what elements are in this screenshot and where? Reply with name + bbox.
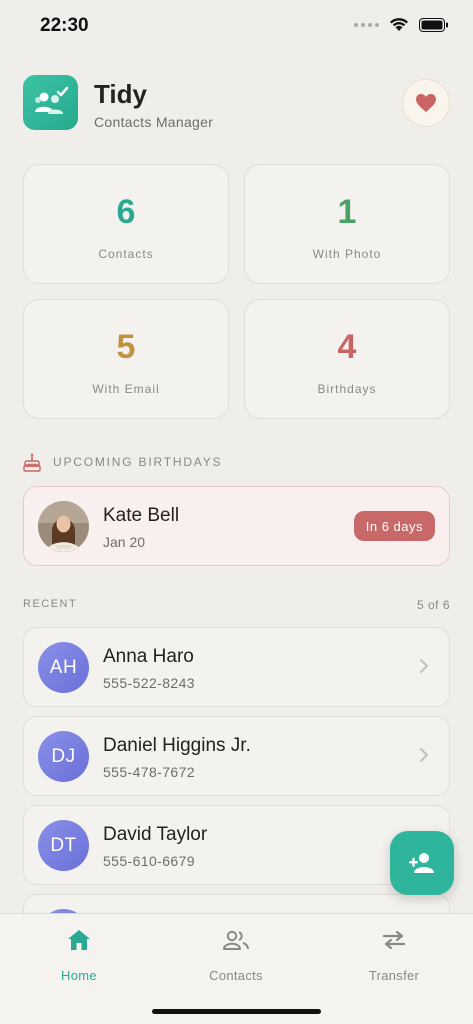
- signal-icon: [354, 22, 379, 27]
- chevron-right-icon: [420, 748, 428, 762]
- recent-header: RECENT 5 of 6: [23, 598, 450, 612]
- stat-label: With Email: [92, 382, 160, 396]
- app-logo: [23, 75, 78, 130]
- status-bar: 22:30: [0, 0, 473, 54]
- stat-label: Birthdays: [317, 382, 377, 396]
- contact-phone: 555-610-6679: [103, 853, 195, 869]
- chevron-right-icon: [420, 659, 428, 673]
- stat-label: With Photo: [312, 247, 382, 261]
- status-icons: [354, 17, 449, 32]
- contact-name: David Taylor: [103, 824, 208, 845]
- recent-title: RECENT: [23, 598, 78, 610]
- contact-photo: [38, 501, 89, 552]
- add-contact-button[interactable]: [390, 831, 454, 895]
- contact-phone: 555-478-7672: [103, 764, 195, 780]
- stat-card-contacts[interactable]: 6 Contacts: [23, 164, 229, 284]
- birthday-contact-name: Kate Bell: [103, 505, 180, 526]
- app-title: Tidy: [94, 79, 147, 109]
- stat-value: 4: [337, 328, 357, 366]
- contact-name: Daniel Higgins Jr.: [103, 735, 251, 756]
- cake-icon: [23, 453, 41, 472]
- initials-avatar: DT: [38, 820, 89, 871]
- transfer-icon: [382, 930, 406, 950]
- birthday-card[interactable]: Kate Bell Jan 20 In 6 days: [23, 486, 450, 566]
- home-indicator: [152, 1009, 321, 1014]
- app-header: Tidy Contacts Manager: [23, 75, 450, 131]
- app-subtitle: Contacts Manager: [94, 114, 214, 130]
- contact-phone: 555-522-8243: [103, 675, 195, 691]
- tab-transfer[interactable]: Transfer: [334, 926, 454, 983]
- initials-avatar: AH: [38, 642, 89, 693]
- stat-value: 5: [116, 328, 136, 366]
- avatar: [38, 501, 89, 552]
- contact-name: Anna Haro: [103, 646, 194, 667]
- stat-card-with-photo[interactable]: 1 With Photo: [244, 164, 450, 284]
- tab-contacts[interactable]: Contacts: [176, 926, 296, 983]
- tab-bar: Home Contacts Transfer: [0, 913, 473, 1024]
- stat-card-birthdays[interactable]: 4 Birthdays: [244, 299, 450, 419]
- recent-count: 5 of 6: [416, 598, 450, 612]
- upcoming-birthdays-header: UPCOMING BIRTHDAYS: [23, 451, 450, 473]
- heart-icon: [416, 94, 436, 112]
- person-add-icon: [409, 853, 434, 873]
- contact-row[interactable]: AH Anna Haro 555-522-8243: [23, 627, 450, 707]
- tab-label: Contacts: [209, 968, 263, 983]
- favorites-button[interactable]: [402, 79, 450, 127]
- stat-value: 1: [337, 193, 357, 231]
- wifi-icon: [390, 18, 408, 31]
- days-until-badge: In 6 days: [353, 511, 435, 541]
- stat-value: 6: [116, 193, 136, 231]
- battery-icon: [419, 17, 448, 32]
- stats-grid: 6 Contacts 1 With Photo 5 With Email 4 B…: [23, 164, 450, 419]
- birthday-date: Jan 20: [103, 534, 146, 550]
- contacts-logo-icon: [34, 86, 68, 114]
- status-time: 22:30: [40, 15, 89, 36]
- tab-label: Home: [61, 968, 97, 983]
- contacts-icon: [223, 930, 249, 950]
- contact-row[interactable]: DJ Daniel Higgins Jr. 555-478-7672: [23, 716, 450, 796]
- stat-card-with-email[interactable]: 5 With Email: [23, 299, 229, 419]
- tab-label: Transfer: [368, 968, 420, 983]
- initials-avatar: DJ: [38, 731, 89, 782]
- home-icon: [68, 930, 90, 950]
- tab-home[interactable]: Home: [19, 926, 139, 983]
- stat-label: Contacts: [98, 247, 154, 261]
- section-title: UPCOMING BIRTHDAYS: [53, 455, 223, 469]
- contact-row[interactable]: DT David Taylor 555-610-6679: [23, 805, 450, 885]
